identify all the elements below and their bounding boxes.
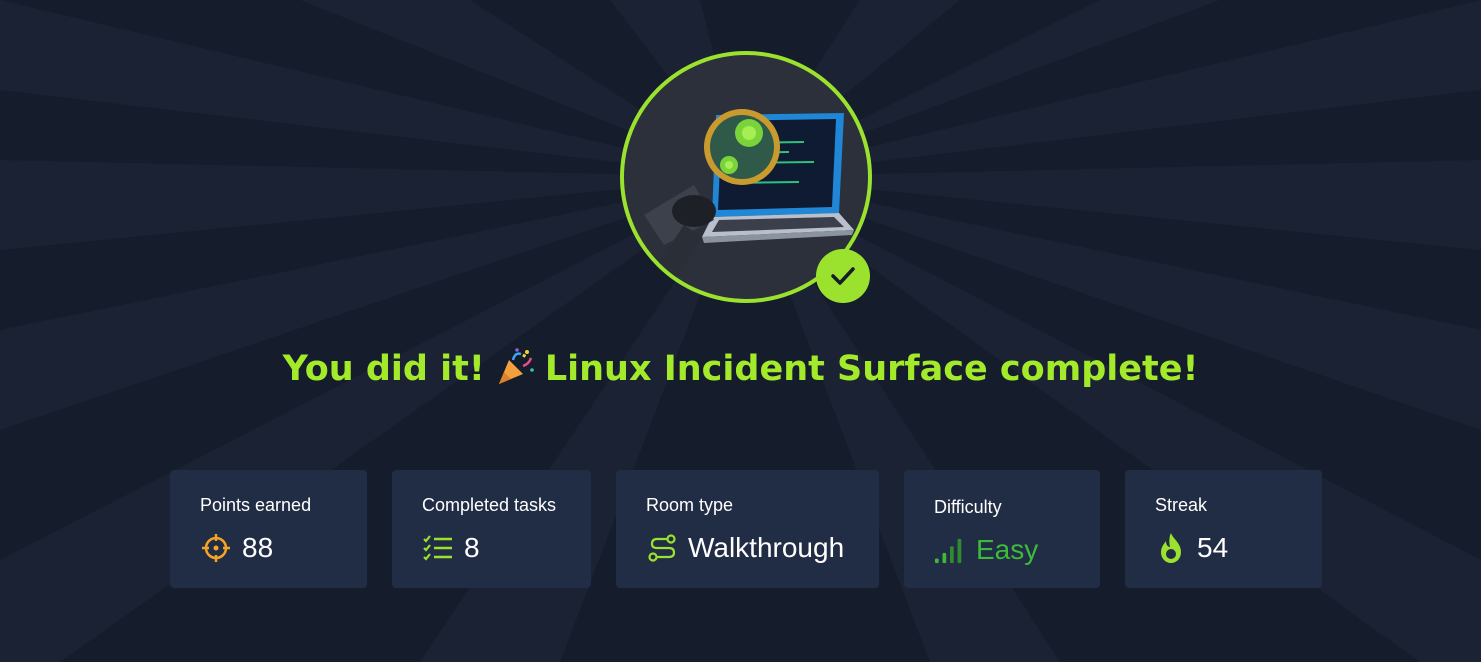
party-popper-icon	[495, 348, 535, 386]
stat-value: 88	[242, 532, 274, 563]
stat-card-streak: Streak 54	[1125, 470, 1322, 588]
stat-label: Room type	[646, 495, 734, 515]
room-badge	[620, 51, 872, 303]
stat-value: Walkthrough	[688, 532, 845, 563]
headline-room-name: Linux Incident Surface complete!	[544, 349, 1199, 389]
stat-label: Completed tasks	[422, 495, 557, 515]
flame-icon	[1155, 532, 1187, 564]
stat-value: 8	[464, 532, 480, 563]
checklist-icon	[422, 532, 454, 564]
stat-card-points: Points earned 88	[170, 470, 367, 588]
stat-card-difficulty: Difficulty Easy	[904, 470, 1100, 588]
stat-label: Streak	[1155, 495, 1208, 515]
signal-bars-icon	[934, 534, 966, 566]
stat-value: Easy	[976, 534, 1039, 565]
stat-card-room-type: Room type Walkthrough	[616, 470, 879, 588]
target-icon	[200, 532, 232, 564]
stat-card-completed-tasks: Completed tasks 8	[392, 470, 591, 588]
stat-label: Difficulty	[934, 497, 1002, 517]
completed-check-icon	[816, 249, 870, 303]
headline-prefix: You did it!	[282, 349, 485, 389]
stat-label: Points earned	[200, 495, 312, 515]
completion-headline: You did it! Linux Incident Surface compl…	[0, 348, 1481, 389]
stat-value: 54	[1197, 532, 1229, 563]
route-icon	[646, 532, 678, 564]
